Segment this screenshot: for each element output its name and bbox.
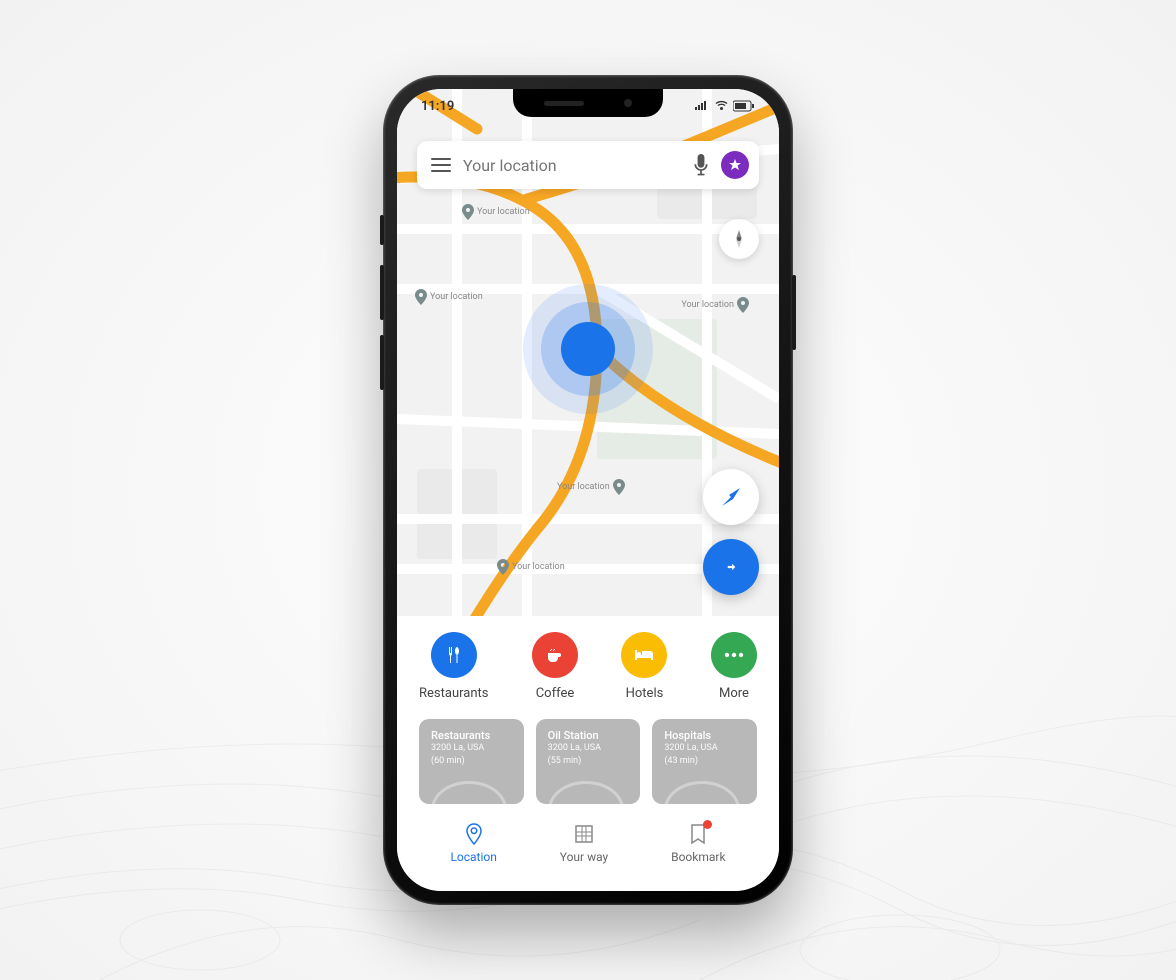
place-cards-row: Restaurants 3200 La, USA (60 min) Oil St…: [419, 719, 757, 804]
map-pin-label[interactable]: Your location: [415, 289, 483, 305]
category-coffee[interactable]: Coffee: [532, 632, 578, 701]
category-hotels[interactable]: Hotels: [621, 632, 667, 701]
phone-screen: 11:19: [397, 89, 779, 891]
status-time: 11:19: [421, 99, 454, 114]
category-more[interactable]: More: [711, 632, 757, 701]
menu-button[interactable]: [431, 158, 451, 172]
phone-notch: [513, 89, 663, 117]
bottom-nav: Location Your way Bookmark: [419, 816, 757, 878]
mic-icon[interactable]: [693, 154, 709, 177]
dots-icon: [711, 632, 757, 678]
nav-bookmark[interactable]: Bookmark: [671, 822, 725, 864]
current-location-marker: [523, 284, 653, 414]
compass-button[interactable]: [719, 219, 759, 259]
place-card[interactable]: Oil Station 3200 La, USA (55 min): [536, 719, 641, 804]
notification-badge: [703, 820, 712, 829]
signal-icon: [694, 100, 710, 112]
map-pin-label[interactable]: Your location: [557, 479, 625, 495]
bottom-sheet: Restaurants Coffee Hotels: [397, 616, 779, 891]
category-restaurants[interactable]: Restaurants: [419, 632, 488, 701]
pin-icon: [613, 479, 625, 495]
navigate-arrow-icon: [719, 485, 743, 509]
map-pin-label[interactable]: Your location: [681, 297, 749, 313]
directions-icon: [718, 554, 744, 580]
pin-icon: [415, 289, 427, 305]
cup-icon: [532, 632, 578, 678]
nav-location[interactable]: Location: [450, 822, 496, 864]
grid-icon: [572, 822, 596, 846]
pin-icon: [462, 822, 486, 846]
wifi-icon: [714, 100, 729, 112]
place-card[interactable]: Hospitals 3200 La, USA (43 min): [652, 719, 757, 804]
map-pin-label[interactable]: Your location: [462, 204, 530, 220]
phone-frame: 11:19: [383, 75, 793, 905]
search-input[interactable]: [463, 156, 681, 175]
bed-icon: [621, 632, 667, 678]
place-card[interactable]: Restaurants 3200 La, USA (60 min): [419, 719, 524, 804]
recenter-button[interactable]: [703, 469, 759, 525]
compass-icon: [728, 228, 750, 250]
category-row: Restaurants Coffee Hotels: [419, 632, 757, 701]
pin-icon: [497, 559, 509, 575]
map-pin-label[interactable]: Your location: [497, 559, 565, 575]
battery-icon: [733, 100, 755, 112]
pin-icon: [462, 204, 474, 220]
pin-icon: [737, 297, 749, 313]
fork-knife-icon: [431, 632, 477, 678]
directions-button[interactable]: [703, 539, 759, 595]
nav-your-way[interactable]: Your way: [560, 822, 608, 864]
profile-button[interactable]: [721, 151, 749, 179]
search-bar[interactable]: [417, 141, 759, 189]
star-icon: [729, 159, 741, 171]
